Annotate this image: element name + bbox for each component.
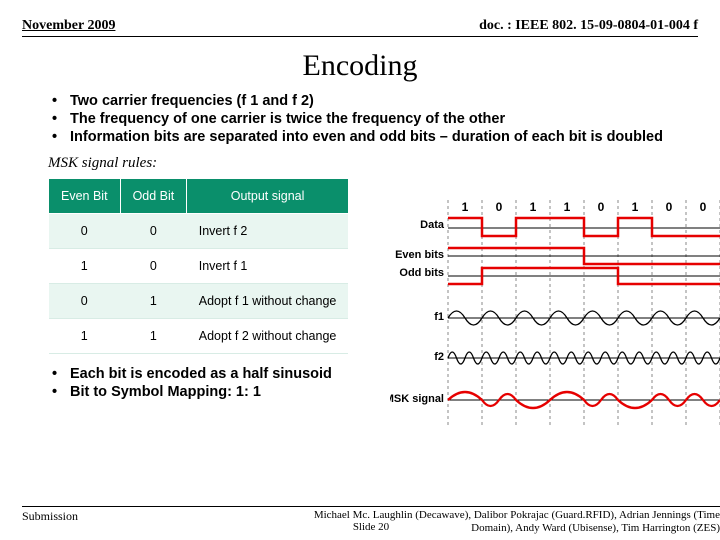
bit-label: 1: [530, 200, 537, 214]
cell: Invert f 1: [187, 249, 349, 284]
table-row: 0 1 Adopt f 1 without change: [49, 284, 349, 319]
bullet-item: Information bits are separated into even…: [52, 129, 698, 145]
row-label: f2: [434, 351, 444, 363]
cell: 1: [120, 319, 187, 354]
table-row: 1 0 Invert f 1: [49, 249, 349, 284]
row-label: Even bits: [395, 249, 444, 261]
table-row: 1 1 Adopt f 2 without change: [49, 319, 349, 354]
bit-label: 0: [700, 200, 707, 214]
cell: Invert f 2: [187, 214, 349, 249]
row-label: MSK signal: [390, 393, 444, 405]
row-label: Data: [420, 219, 445, 231]
msk-rules-label: MSK signal rules:: [48, 155, 698, 172]
cell: Adopt f 2 without change: [187, 319, 349, 354]
msk-timing-diagram: 1 0 1 1 0 1 0 0 Data Even bits Odd bits …: [390, 200, 720, 425]
slide-footer: Submission Slide 20 Michael Mc. Laughlin…: [22, 506, 720, 537]
bit-label: 0: [666, 200, 673, 214]
col-even: Even Bit: [49, 179, 121, 214]
footer-submission: Submission: [22, 509, 78, 537]
bit-label: 1: [462, 200, 469, 214]
footer-authors: Michael Mc. Laughlin (Decawave), Dalibor…: [280, 509, 720, 537]
bullets-top: Two carrier frequencies (f 1 and f 2) Th…: [32, 93, 698, 145]
bullet-item: The frequency of one carrier is twice th…: [52, 111, 698, 127]
cell: 0: [120, 249, 187, 284]
row-label: Odd bits: [399, 267, 444, 279]
data-wave: [448, 218, 720, 236]
bit-label: 1: [564, 200, 571, 214]
footer-slide-number: Slide 20: [353, 521, 389, 533]
header-date: November 2009: [22, 18, 115, 34]
bit-label: 1: [632, 200, 639, 214]
cell: Adopt f 1 without change: [187, 284, 349, 319]
table-row: 0 0 Invert f 2: [49, 214, 349, 249]
bit-label: 0: [598, 200, 605, 214]
msk-rules-table: Even Bit Odd Bit Output signal 0 0 Inver…: [48, 178, 349, 354]
bit-label: 0: [496, 200, 503, 214]
row-label: f1: [434, 311, 444, 323]
col-odd: Odd Bit: [120, 179, 187, 214]
bullet-item: Two carrier frequencies (f 1 and f 2): [52, 93, 698, 109]
slide-header: November 2009 doc. : IEEE 802. 15-09-080…: [22, 18, 698, 37]
slide-title: Encoding: [22, 49, 698, 83]
cell: 0: [49, 284, 121, 319]
cell: 0: [120, 214, 187, 249]
cell: 0: [49, 214, 121, 249]
header-doc: doc. : IEEE 802. 15-09-0804-01-004 f: [479, 18, 698, 34]
cell: 1: [49, 249, 121, 284]
col-output: Output signal: [187, 179, 349, 214]
cell: 1: [120, 284, 187, 319]
cell: 1: [49, 319, 121, 354]
